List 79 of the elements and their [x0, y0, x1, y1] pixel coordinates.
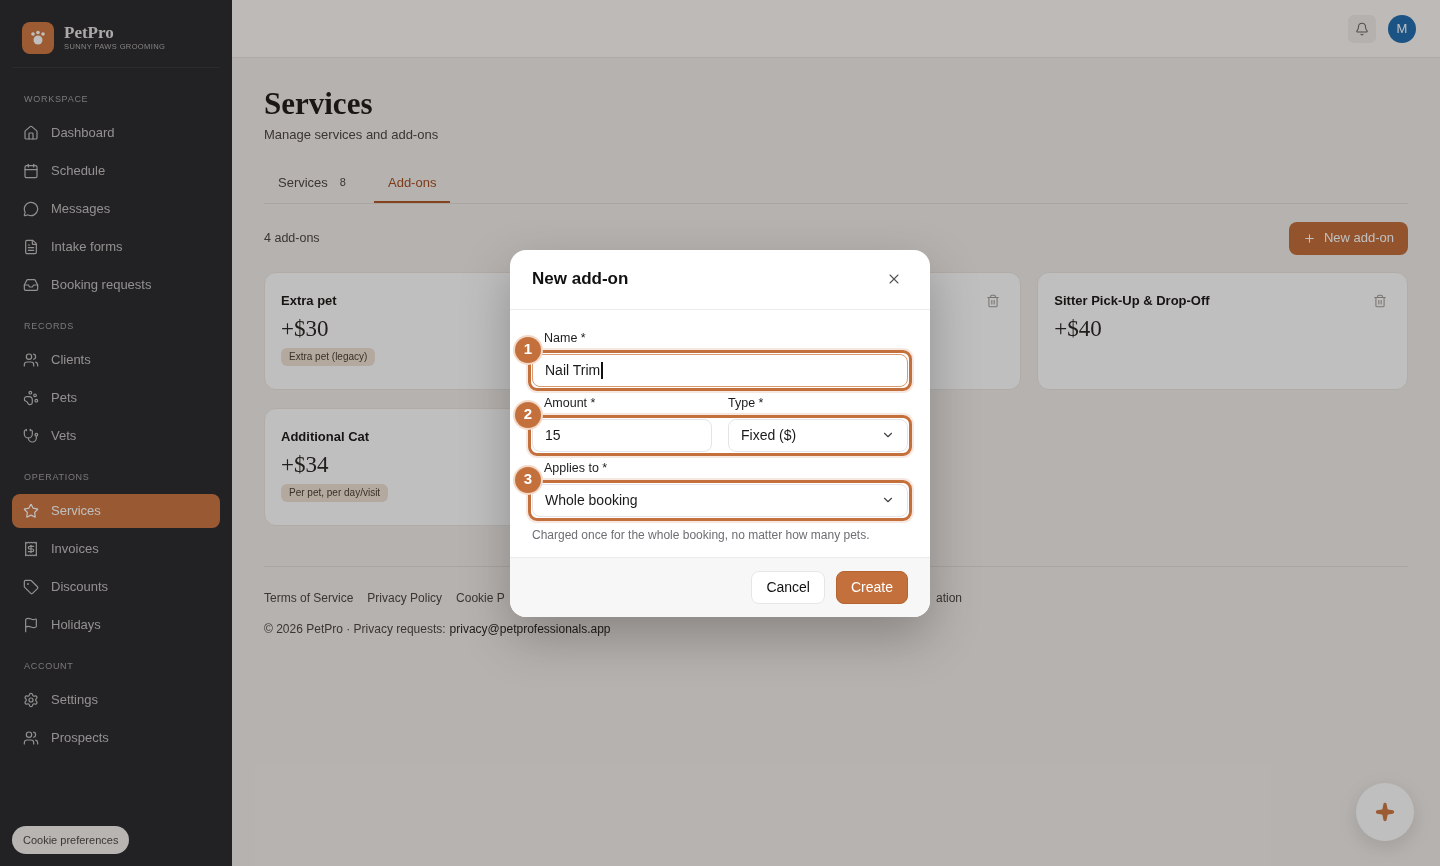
- addon-count: 4 add-ons: [264, 229, 320, 247]
- text-cursor-icon: [601, 361, 603, 379]
- star-icon: [23, 503, 39, 519]
- tag-icon: [23, 579, 39, 595]
- footer-link[interactable]: Cookie P: [456, 588, 505, 607]
- text-input[interactable]: 15: [532, 418, 712, 452]
- nav-item[interactable]: Clients: [12, 343, 220, 377]
- callout-badge: 1: [515, 336, 541, 363]
- nav-item[interactable]: Vets: [12, 419, 220, 453]
- section-heading: RECORDS: [24, 320, 75, 332]
- section-heading: OPERATIONS: [24, 471, 90, 483]
- bell-icon: [1355, 21, 1369, 36]
- people-icon: [23, 730, 39, 746]
- callout-badge: 3: [515, 466, 541, 493]
- document-icon: [23, 239, 39, 255]
- plus-icon: [1302, 231, 1316, 245]
- trash-icon[interactable]: [1373, 293, 1387, 308]
- footer-link[interactable]: Privacy Policy: [367, 588, 443, 607]
- paw-icon: [23, 390, 39, 406]
- nav-item[interactable]: Schedule: [12, 154, 220, 188]
- card-price: +$34: [281, 450, 329, 479]
- dialog-title: New add-on: [532, 268, 629, 291]
- card-tag: Extra pet (legacy): [281, 347, 376, 366]
- tab[interactable]: Services 8: [264, 164, 360, 203]
- trash-icon[interactable]: [986, 293, 1001, 308]
- settings-icon: [23, 692, 39, 708]
- callout-badge: 2: [515, 401, 541, 428]
- logo-icon: [22, 22, 54, 54]
- card-title: Extra pet: [281, 292, 337, 309]
- sparkle-icon: [1375, 802, 1395, 822]
- new-addon-button[interactable]: New add-on: [1288, 221, 1408, 255]
- card-title: Sitter Pick-Up & Drop-Off: [1054, 292, 1210, 309]
- field-label: Applies to *: [544, 459, 608, 476]
- field-label: Name *: [544, 329, 586, 346]
- field-hint: Charged once for the whole booking, no matter how many pets.: [532, 527, 870, 543]
- calendar-icon: [23, 163, 39, 179]
- section-heading: WORKSPACE: [24, 93, 89, 105]
- nav-item[interactable]: Holidays: [12, 608, 220, 642]
- user-avatar[interactable]: M: [1388, 14, 1416, 43]
- people-icon: [23, 352, 39, 368]
- page-subtitle: Manage services and add-ons: [264, 126, 439, 144]
- stethoscope-icon: [23, 428, 39, 444]
- chat-bubble-icon: [23, 201, 39, 217]
- nav-item[interactable]: Intake forms: [12, 230, 220, 264]
- field-label: Amount *: [544, 394, 596, 411]
- home-icon: [23, 125, 39, 141]
- create-button[interactable]: Create: [835, 570, 908, 604]
- select-field[interactable]: Fixed ($): [728, 418, 908, 452]
- notifications-button[interactable]: [1348, 14, 1376, 43]
- nav-item[interactable]: Discounts: [12, 570, 220, 604]
- receipt-icon: [23, 541, 39, 557]
- nav-item[interactable]: Services: [12, 494, 220, 528]
- cookie-preferences-button[interactable]: Cookie preferences: [12, 826, 130, 854]
- cancel-button[interactable]: Cancel: [751, 570, 825, 604]
- tab[interactable]: Add-ons: [374, 164, 451, 203]
- card-price: +$40: [1054, 314, 1102, 343]
- page-title: Services: [264, 86, 373, 122]
- text-input[interactable]: Nail Trim: [532, 353, 908, 387]
- nav-item[interactable]: Prospects: [12, 721, 220, 755]
- card-tag: Per pet, per day/visit: [281, 483, 389, 502]
- email-link[interactable]: privacy@petprofessionals.app: [449, 619, 611, 638]
- flag-icon: [23, 617, 39, 633]
- footer-link[interactable]: Terms of Service: [264, 588, 354, 607]
- select-field[interactable]: Whole booking: [532, 483, 908, 517]
- nav-item[interactable]: Pets: [12, 381, 220, 415]
- brand-name: PetPro: [64, 24, 114, 42]
- nav-item[interactable]: Booking requests: [12, 268, 220, 302]
- card-price: +$30: [281, 314, 329, 343]
- card-title: Additional Cat: [281, 428, 370, 445]
- inbox-icon: [23, 277, 39, 293]
- section-heading: ACCOUNT: [24, 660, 74, 672]
- tab-count: 8: [339, 175, 346, 191]
- nav-item[interactable]: Settings: [12, 683, 220, 717]
- footer-link[interactable]: ation: [935, 588, 962, 607]
- nav-item[interactable]: Invoices: [12, 532, 220, 566]
- copyright-text: © 2026 PetPro · Privacy requests:: [264, 620, 446, 638]
- field-label: Type *: [728, 394, 764, 411]
- nav-item[interactable]: Messages: [12, 192, 220, 226]
- nav-item[interactable]: Dashboard: [12, 116, 220, 150]
